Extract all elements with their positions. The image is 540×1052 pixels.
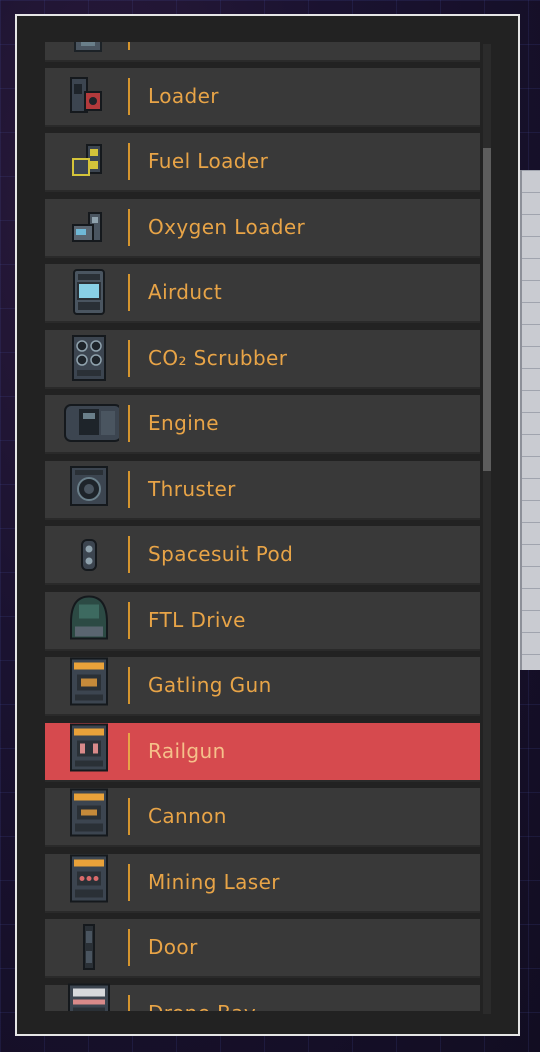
list-item-cannon[interactable]: Cannon bbox=[45, 788, 480, 847]
item-divider bbox=[128, 340, 130, 377]
item-divider bbox=[128, 929, 130, 966]
item-divider bbox=[128, 995, 130, 1011]
item-divider bbox=[128, 602, 130, 639]
module-list[interactable]: Loader Fuel Loader Oxygen Loader Airduct… bbox=[45, 42, 482, 1011]
item-divider bbox=[128, 667, 130, 704]
list-item-oxygen-loader[interactable]: Oxygen Loader bbox=[45, 199, 480, 258]
item-label: Loader bbox=[148, 84, 219, 108]
fuel-loader-icon bbox=[72, 144, 102, 176]
module-list-panel: Loader Fuel Loader Oxygen Loader Airduct… bbox=[15, 14, 520, 1036]
list-item-drone-bay[interactable]: Drone Bay bbox=[45, 983, 480, 1011]
item-label: Spacesuit Pod bbox=[148, 542, 294, 566]
item-divider bbox=[128, 274, 130, 311]
list-item-loader[interactable]: Loader bbox=[45, 68, 480, 127]
thruster-icon bbox=[70, 466, 108, 506]
item-label: Gatling Gun bbox=[148, 673, 272, 697]
item-label: Engine bbox=[148, 411, 219, 435]
item-divider bbox=[128, 405, 130, 442]
item-divider bbox=[128, 42, 130, 50]
item-label: Cannon bbox=[148, 804, 227, 828]
engine-icon bbox=[64, 404, 119, 442]
cannon-icon bbox=[70, 788, 108, 837]
item-divider bbox=[128, 471, 130, 508]
item-divider bbox=[128, 536, 130, 573]
list-item-partial[interactable] bbox=[45, 42, 480, 62]
ftl-drive-icon bbox=[70, 595, 108, 640]
item-label: CO₂ Scrubber bbox=[148, 346, 288, 370]
item-label: Drone Bay bbox=[148, 985, 256, 1011]
list-item-railgun[interactable]: Railgun bbox=[45, 723, 480, 782]
item-divider bbox=[128, 209, 130, 246]
item-label: Railgun bbox=[148, 739, 226, 763]
item-divider bbox=[128, 143, 130, 180]
list-item-ftl-drive[interactable]: FTL Drive bbox=[45, 592, 480, 651]
co2-scrubber-icon bbox=[72, 335, 106, 381]
list-item-engine[interactable]: Engine bbox=[45, 395, 480, 454]
item-label: Mining Laser bbox=[148, 870, 280, 894]
door-icon bbox=[83, 924, 95, 970]
airduct-icon bbox=[73, 269, 105, 315]
item-label: Airduct bbox=[148, 280, 223, 304]
list-item-thruster[interactable]: Thruster bbox=[45, 461, 480, 520]
list-item-spacesuit-pod[interactable]: Spacesuit Pod bbox=[45, 526, 480, 585]
railgun-icon bbox=[70, 723, 108, 772]
scrollbar-track[interactable] bbox=[483, 44, 491, 1014]
list-item-door[interactable]: Door bbox=[45, 919, 480, 978]
item-label: Fuel Loader bbox=[148, 149, 269, 173]
gatling-gun-icon bbox=[70, 657, 108, 706]
item-label: Thruster bbox=[148, 477, 236, 501]
mining-laser-icon bbox=[70, 854, 108, 903]
item-divider bbox=[128, 733, 130, 770]
drone-bay-icon bbox=[68, 983, 110, 1011]
list-item-co2-scrubber[interactable]: CO₂ Scrubber bbox=[45, 330, 480, 389]
item-label: Oxygen Loader bbox=[148, 215, 306, 239]
item-divider bbox=[128, 798, 130, 835]
list-item-fuel-loader[interactable]: Fuel Loader bbox=[45, 133, 480, 192]
ship-hull-background bbox=[520, 170, 540, 670]
list-item-mining-laser[interactable]: Mining Laser bbox=[45, 854, 480, 913]
item-label: Door bbox=[148, 935, 198, 959]
spacesuit-pod-icon bbox=[81, 539, 97, 571]
partial-module-icon bbox=[74, 42, 102, 52]
loader-icon bbox=[70, 77, 102, 113]
oxygen-loader-icon bbox=[72, 212, 102, 242]
item-label: FTL Drive bbox=[148, 608, 246, 632]
scrollbar-thumb[interactable] bbox=[483, 148, 491, 471]
item-divider bbox=[128, 78, 130, 115]
item-divider bbox=[128, 864, 130, 901]
list-item-gatling-gun[interactable]: Gatling Gun bbox=[45, 657, 480, 716]
list-item-airduct[interactable]: Airduct bbox=[45, 264, 480, 323]
